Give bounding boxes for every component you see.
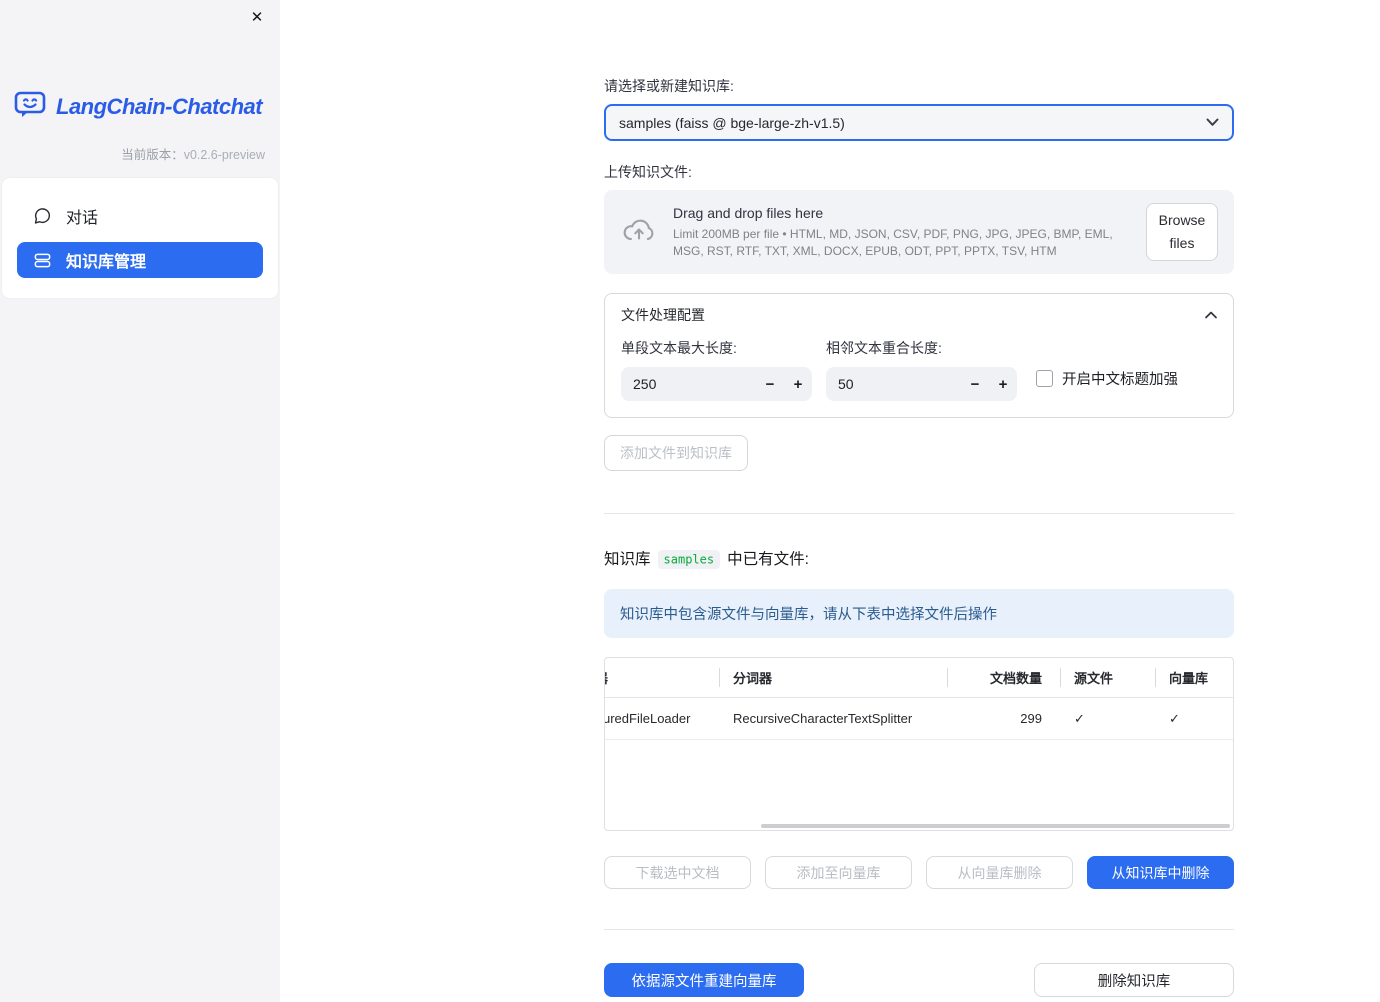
table-header-row: 器 分词器 文档数量 源文件 向量库: [605, 658, 1233, 698]
sidebar-item-kb-management[interactable]: 知识库管理: [17, 242, 263, 278]
sidebar-item-dialogue[interactable]: 对话: [17, 198, 263, 234]
zh-title-enhance-field: 开启中文标题加强: [1036, 338, 1178, 401]
rebuild-vector-store-button[interactable]: 依据源文件重建向量库: [604, 963, 804, 997]
column-header-source-file[interactable]: 源文件: [1060, 658, 1155, 697]
sidebar-menu: 对话 知识库管理: [2, 178, 278, 298]
kb-name-code: samples: [657, 549, 721, 569]
cell-doc-count: 299: [1020, 711, 1042, 726]
sidebar: ✕ LangChain-Chatchat 当前版本：v0.2.6-preview: [0, 0, 280, 1002]
content-column: 请选择或新建知识库: samples (faiss @ bge-large-zh…: [604, 0, 1234, 997]
kb-actions-row: 依据源文件重建向量库 删除知识库: [604, 963, 1234, 997]
chevron-up-icon: [1205, 306, 1217, 324]
divider: [604, 929, 1234, 930]
chevron-down-icon: [1206, 114, 1219, 132]
app-title: LangChain-Chatchat: [56, 93, 263, 119]
dropzone-limit-text: Limit 200MB per file • HTML, MD, JSON, C…: [673, 227, 1113, 258]
overlap-size-input[interactable]: 50 − +: [826, 367, 1017, 401]
column-header-vector-store[interactable]: 向量库: [1155, 658, 1233, 697]
delete-from-vector-store-button[interactable]: 从向量库删除: [926, 856, 1073, 889]
divider: [604, 513, 1234, 514]
cell-splitter: RecursiveCharacterTextSplitter: [733, 711, 913, 726]
decrement-button[interactable]: −: [961, 367, 989, 401]
close-icon: ✕: [250, 9, 264, 26]
kb-files-suffix: 中已有文件:: [727, 551, 809, 568]
overlap-size-label: 相邻文本重合长度:: [826, 340, 942, 356]
cell-source-check: ✓: [1060, 698, 1155, 739]
expander-body: 单段文本最大长度: 250 − + 相邻文本重合长度: 50 − + 开启中文标…: [605, 334, 1233, 417]
database-stack-icon: [33, 251, 53, 270]
delete-from-kb-button[interactable]: 从知识库中删除: [1087, 856, 1234, 889]
increment-button[interactable]: +: [989, 367, 1017, 401]
add-to-vector-store-button[interactable]: 添加至向量库: [765, 856, 912, 889]
file-actions-row: 下载选中文档 添加至向量库 从向量库删除 从知识库中删除: [604, 856, 1234, 889]
table-row[interactable]: uredFileLoader RecursiveCharacterTextSpl…: [605, 698, 1233, 740]
kb-files-heading: 知识库 samples 中已有文件:: [604, 547, 1234, 569]
table-horizontal-scrollbar[interactable]: [761, 824, 1230, 828]
overlap-size-value: 50: [838, 376, 854, 392]
column-header-splitter[interactable]: 分词器: [719, 658, 947, 697]
checkbox-label: 开启中文标题加强: [1062, 371, 1178, 388]
chunk-size-value: 250: [633, 376, 657, 392]
sidebar-item-label: 知识库管理: [66, 254, 147, 271]
chatchat-logo-icon: [12, 86, 48, 127]
main-area: 请选择或新建知识库: samples (faiss @ bge-large-zh…: [280, 0, 1380, 1002]
file-config-expander: 文件处理配置 单段文本最大长度: 250 − + 相邻文本重合长度: 50 − …: [604, 293, 1234, 418]
file-dropzone[interactable]: Drag and drop files here Limit 200MB per…: [604, 190, 1234, 274]
add-files-to-kb-button[interactable]: 添加文件到知识库: [604, 435, 748, 471]
app-logo: LangChain-Chatchat: [12, 86, 280, 127]
files-table: 器 分词器 文档数量 源文件 向量库 uredFileLoader Recurs…: [604, 657, 1234, 831]
kb-selectbox-value: samples (faiss @ bge-large-zh-v1.5): [619, 114, 845, 131]
kb-select-label: 请选择或新建知识库:: [604, 78, 734, 94]
decrement-button[interactable]: −: [756, 367, 784, 401]
zh-title-enhance-checkbox-row[interactable]: 开启中文标题加强: [1036, 361, 1178, 395]
cell-vector-check: ✓: [1155, 698, 1233, 739]
expander-title: 文件处理配置: [621, 307, 705, 323]
check-icon: ✓: [1169, 710, 1180, 726]
chunk-size-input[interactable]: 250 − +: [621, 367, 812, 401]
kb-files-prefix: 知识库: [604, 551, 651, 568]
delete-kb-button[interactable]: 删除知识库: [1034, 963, 1234, 997]
info-alert: 知识库中包含源文件与向量库，请从下表中选择文件后操作: [604, 589, 1234, 638]
sidebar-close-button[interactable]: ✕: [246, 7, 268, 29]
dropzone-title: Drag and drop files here: [673, 205, 824, 222]
browse-files-button[interactable]: Browse files: [1146, 202, 1218, 262]
version-label: 当前版本：: [121, 148, 184, 162]
increment-button[interactable]: +: [784, 367, 812, 401]
upload-label: 上传知识文件:: [604, 164, 692, 180]
chunk-size-field: 单段文本最大长度: 250 − +: [621, 338, 812, 401]
app-root: ✕ LangChain-Chatchat 当前版本：v0.2.6-preview: [0, 0, 1380, 1002]
cloud-upload-icon: [620, 215, 658, 250]
chat-bubble-icon: [33, 207, 53, 226]
sidebar-item-label: 对话: [66, 210, 99, 227]
chunk-size-label: 单段文本最大长度:: [621, 340, 737, 356]
overlap-size-field: 相邻文本重合长度: 50 − +: [826, 338, 1017, 401]
version-text: 当前版本：v0.2.6-preview: [0, 144, 265, 163]
checkbox-unchecked[interactable]: [1036, 369, 1053, 387]
column-header-loader[interactable]: 器: [605, 658, 719, 697]
version-value: v0.2.6-preview: [183, 148, 265, 162]
download-selected-button[interactable]: 下载选中文档: [604, 856, 751, 889]
info-alert-text: 知识库中包含源文件与向量库，请从下表中选择文件后操作: [620, 607, 997, 623]
dropzone-text: Drag and drop files here Limit 200MB per…: [673, 205, 1146, 258]
expander-header[interactable]: 文件处理配置: [605, 294, 1233, 334]
check-icon: ✓: [1074, 710, 1085, 726]
kb-selectbox[interactable]: samples (faiss @ bge-large-zh-v1.5): [604, 104, 1234, 141]
column-header-doc-count[interactable]: 文档数量: [947, 658, 1060, 697]
cell-loader: uredFileLoader: [605, 711, 691, 726]
